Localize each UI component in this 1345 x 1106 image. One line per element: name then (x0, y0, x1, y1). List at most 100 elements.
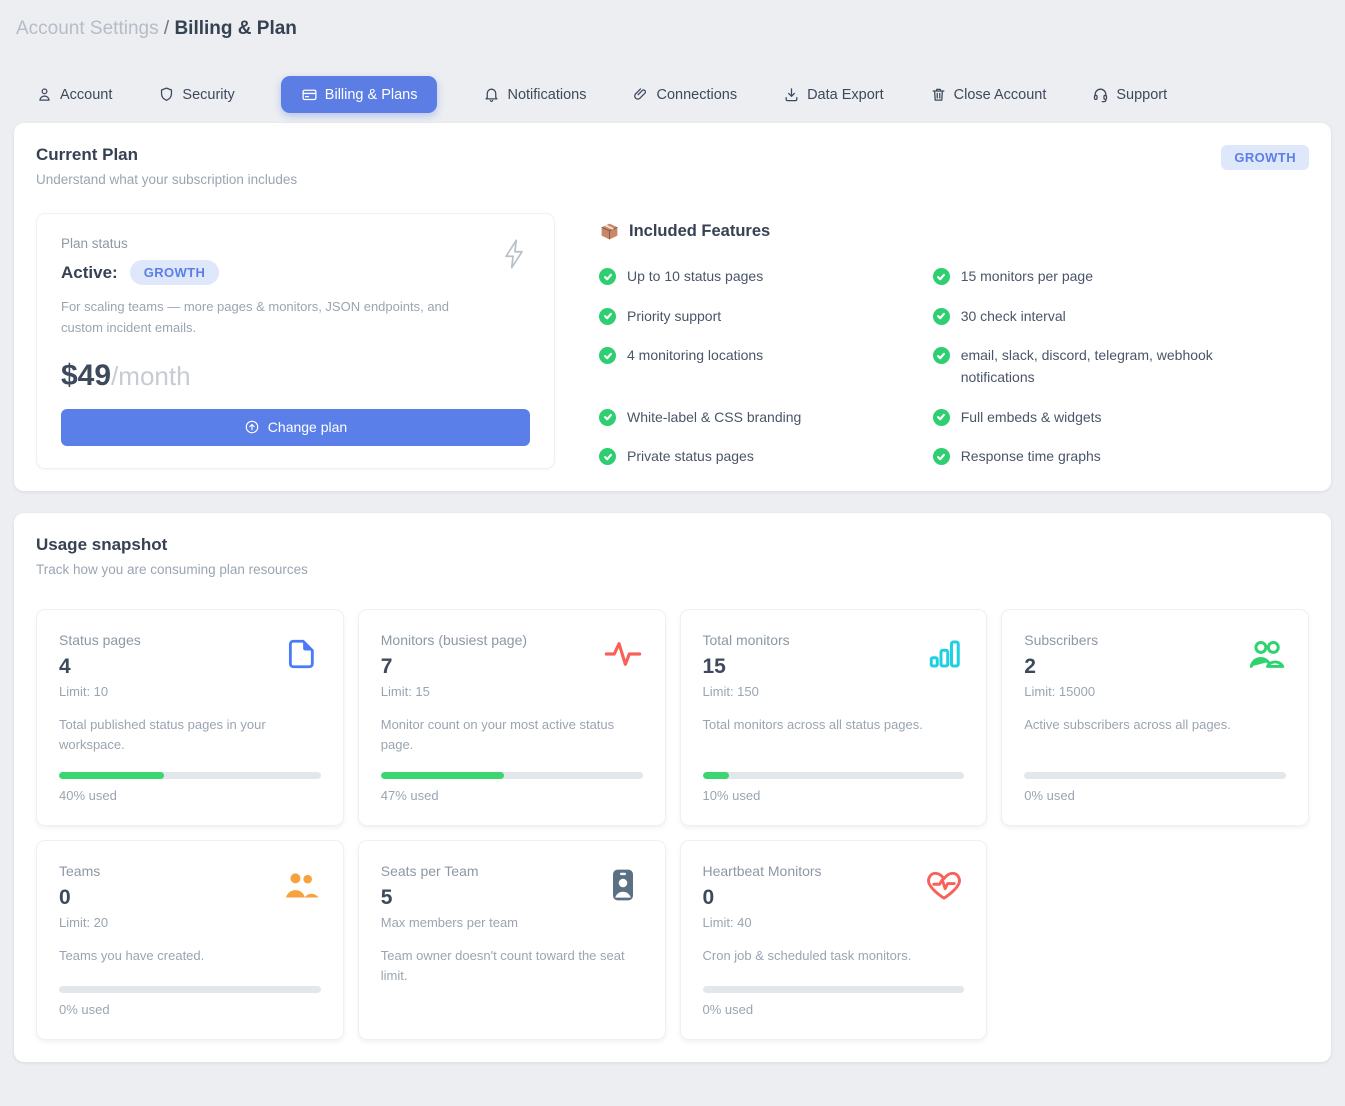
tab-label: Data Export (807, 87, 884, 103)
usage-description: Total monitors across all status pages. (703, 715, 965, 762)
plan-status-value: Active: (61, 263, 118, 283)
usage-card-teams: Teams 0 Limit: 20 Teams you have created… (36, 840, 344, 1040)
lightning-icon (500, 238, 528, 275)
usage-limit: Limit: 15 (381, 684, 643, 699)
usage-description: Teams you have created. (59, 946, 321, 976)
feature-item: 4 monitoring locations (599, 345, 933, 388)
features-title: Included Features (629, 222, 770, 241)
plan-price: $49/month (61, 359, 530, 393)
usage-limit: Limit: 10 (59, 684, 321, 699)
included-features: Included Features Up to 10 status pages … (599, 213, 1309, 469)
usage-title: Usage snapshot (36, 535, 1309, 555)
heartbeat-icon (924, 865, 964, 905)
tab-billing-plans[interactable]: Billing & Plans (281, 76, 438, 113)
paperclip-icon (632, 86, 649, 103)
feature-item: Priority support (599, 306, 933, 328)
change-plan-button[interactable]: Change plan (61, 409, 530, 446)
breadcrumb: Account Settings / Billing & Plan (14, 12, 1331, 40)
usage-percent-label: 0% used (703, 1002, 965, 1017)
usage-limit: Limit: 15000 (1024, 684, 1286, 699)
check-icon (599, 448, 616, 465)
check-icon (933, 268, 950, 285)
feature-item: 15 monitors per page (933, 266, 1309, 288)
usage-card-total-monitors: Total monitors 15 Limit: 150 Total monit… (680, 609, 988, 826)
breadcrumb-section[interactable]: Account Settings (16, 18, 159, 39)
usage-percent-label: 0% used (59, 1002, 321, 1017)
check-icon (599, 347, 616, 364)
headset-icon (1092, 86, 1109, 103)
package-icon (599, 221, 620, 242)
usage-description: Team owner doesn't count toward the seat… (381, 946, 643, 1017)
feature-item: Up to 10 status pages (599, 266, 933, 288)
price-period: /month (111, 361, 191, 391)
tab-data-export[interactable]: Data Export (783, 86, 884, 103)
person-icon (36, 86, 53, 103)
tab-account[interactable]: Account (36, 86, 112, 103)
usage-subtitle: Track how you are consuming plan resourc… (36, 562, 1309, 577)
tab-label: Billing & Plans (325, 87, 418, 103)
feature-item: Full embeds & widgets (933, 407, 1309, 429)
check-icon (933, 347, 950, 364)
usage-grid: Status pages 4 Limit: 10 Total published… (36, 609, 1309, 1040)
usage-card-heartbeat-monitors: Heartbeat Monitors 0 Limit: 40 Cron job … (680, 840, 988, 1040)
feature-item: White-label & CSS branding (599, 407, 933, 429)
usage-description: Monitor count on your most active status… (381, 715, 643, 762)
people-filled-icon (281, 865, 321, 905)
settings-tabbar: Account Security Billing & Plans Notific… (36, 76, 1331, 113)
progress-bar (1024, 772, 1286, 779)
progress-bar (703, 986, 965, 993)
pulse-icon (603, 634, 643, 674)
plan-badge: GROWTH (130, 260, 220, 285)
bar-chart-icon (924, 634, 964, 674)
tab-label: Close Account (954, 87, 1047, 103)
bell-icon (483, 86, 500, 103)
usage-card-subscribers: Subscribers 2 Limit: 15000 Active subscr… (1001, 609, 1309, 826)
usage-limit: Limit: 40 (703, 915, 965, 930)
tab-label: Notifications (507, 87, 586, 103)
usage-percent-label: 0% used (1024, 788, 1286, 803)
usage-description: Total published status pages in your wor… (59, 715, 321, 762)
usage-description: Active subscribers across all pages. (1024, 715, 1286, 762)
usage-card-monitors-busiest: Monitors (busiest page) 7 Limit: 15 Moni… (358, 609, 666, 826)
progress-bar (381, 772, 643, 779)
current-plan-subtitle: Understand what your subscription includ… (36, 172, 297, 187)
plan-status-label: Plan status (61, 236, 530, 251)
usage-snapshot-panel: Usage snapshot Track how you are consumi… (14, 513, 1331, 1062)
feature-item: email, slack, discord, telegram, webhook… (933, 345, 1309, 388)
progress-bar (703, 772, 965, 779)
tab-label: Connections (656, 87, 737, 103)
features-grid: Up to 10 status pages 15 monitors per pa… (599, 266, 1309, 468)
breadcrumb-separator: / (164, 18, 175, 39)
tab-close-account[interactable]: Close Account (930, 86, 1047, 103)
usage-card-seats-per-team: Seats per Team 5 Max members per team Te… (358, 840, 666, 1040)
usage-percent-label: 40% used (59, 788, 321, 803)
usage-percent-label: 10% used (703, 788, 965, 803)
feature-item: Private status pages (599, 446, 933, 468)
billing-page: Account Settings / Billing & Plan Accoun… (0, 0, 1345, 1106)
tab-label: Support (1116, 87, 1167, 103)
tab-security[interactable]: Security (158, 86, 234, 103)
id-badge-icon (603, 865, 643, 905)
people-outline-icon (1246, 634, 1286, 674)
shield-icon (158, 86, 175, 103)
tab-support[interactable]: Support (1092, 86, 1167, 103)
progress-bar (59, 772, 321, 779)
tab-label: Security (182, 87, 234, 103)
document-icon (281, 634, 321, 674)
change-plan-label: Change plan (268, 419, 347, 435)
usage-percent-label: 47% used (381, 788, 643, 803)
progress-bar (59, 986, 321, 993)
trash-icon (930, 86, 947, 103)
arrow-up-circle-icon (244, 419, 260, 435)
usage-description: Cron job & scheduled task monitors. (703, 946, 965, 976)
current-plan-title: Current Plan (36, 145, 297, 165)
download-icon (783, 86, 800, 103)
tab-notifications[interactable]: Notifications (483, 86, 586, 103)
check-icon (599, 308, 616, 325)
plan-description: For scaling teams — more pages & monitor… (61, 297, 471, 339)
plan-status-card: Plan status Active: GROWTH For scaling t… (36, 213, 555, 469)
tab-connections[interactable]: Connections (632, 86, 737, 103)
check-icon (933, 409, 950, 426)
check-icon (599, 409, 616, 426)
price-amount: $49 (61, 359, 111, 392)
